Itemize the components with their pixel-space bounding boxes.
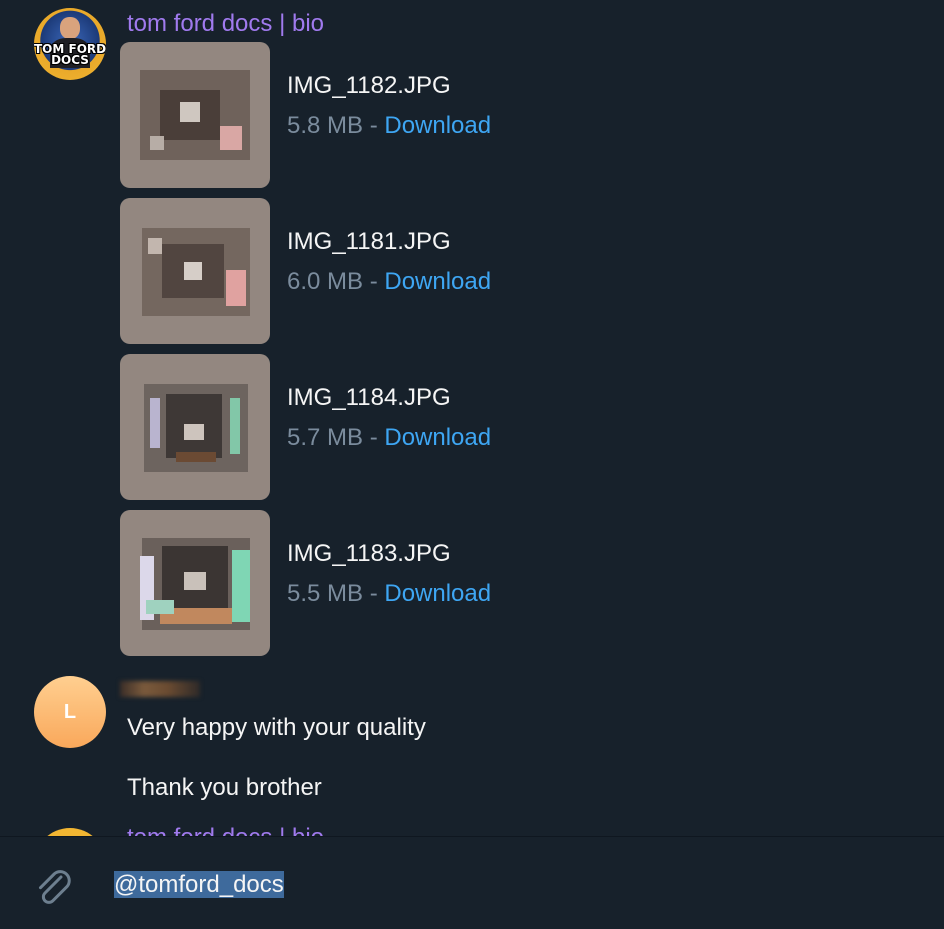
file-size: 6.0 MB: [287, 268, 364, 295]
chat-history[interactable]: TOM FORD DOCS tom ford docs | bio IMG_11…: [0, 0, 944, 836]
avatar-person-head: [60, 17, 80, 39]
message-composer: @tomford_docs: [0, 836, 944, 929]
file-thumbnail[interactable]: [120, 354, 270, 500]
download-link[interactable]: Download: [384, 580, 491, 607]
file-thumbnail[interactable]: [120, 198, 270, 344]
file-meta-separator: -: [363, 580, 385, 607]
file-message: IMG_1184.JPG 5.7 MB - Download: [120, 354, 620, 500]
sender-avatar[interactable]: [34, 828, 106, 836]
file-meta-separator: -: [363, 424, 385, 451]
file-size: 5.5 MB: [287, 580, 364, 607]
blurred-sender-name: [120, 681, 200, 697]
file-meta-separator: -: [363, 112, 385, 139]
file-size: 5.7 MB: [287, 424, 364, 451]
message-text: Very happy with your quality: [127, 714, 426, 741]
message-input[interactable]: @tomford_docs: [114, 871, 284, 899]
file-thumbnail[interactable]: [120, 510, 270, 656]
download-link[interactable]: Download: [384, 268, 491, 295]
file-name: IMG_1184.JPG: [287, 384, 451, 411]
file-message: IMG_1183.JPG 5.5 MB - Download: [120, 510, 620, 656]
file-name: IMG_1182.JPG: [287, 72, 451, 99]
file-message: IMG_1182.JPG 5.8 MB - Download: [120, 42, 620, 188]
file-meta: 6.0 MB - Download: [287, 268, 491, 296]
sender-name-partial: tom ford docs | bio: [127, 826, 357, 836]
avatar-logo-text: TOM FORD DOCS: [34, 42, 106, 67]
download-link[interactable]: Download: [384, 112, 491, 139]
paperclip-icon: [39, 870, 71, 904]
file-meta: 5.5 MB - Download: [287, 580, 491, 608]
file-thumbnail[interactable]: [120, 42, 270, 188]
download-link[interactable]: Download: [384, 424, 491, 451]
file-meta: 5.8 MB - Download: [287, 112, 491, 140]
sender-name[interactable]: tom ford docs | bio: [127, 826, 357, 836]
attach-button[interactable]: [30, 863, 78, 911]
sender-avatar[interactable]: TOM FORD DOCS: [34, 8, 106, 80]
file-name: IMG_1181.JPG: [287, 228, 451, 255]
message-input-text: @tomford_docs: [114, 871, 284, 898]
user-avatar[interactable]: L: [34, 676, 106, 748]
file-meta-separator: -: [363, 268, 385, 295]
sender-name[interactable]: tom ford docs | bio: [127, 10, 324, 38]
file-meta: 5.7 MB - Download: [287, 424, 491, 452]
message-text: Thank you brother: [127, 774, 322, 801]
file-message: IMG_1181.JPG 6.0 MB - Download: [120, 198, 620, 344]
file-name: IMG_1183.JPG: [287, 540, 451, 567]
file-size: 5.8 MB: [287, 112, 364, 139]
